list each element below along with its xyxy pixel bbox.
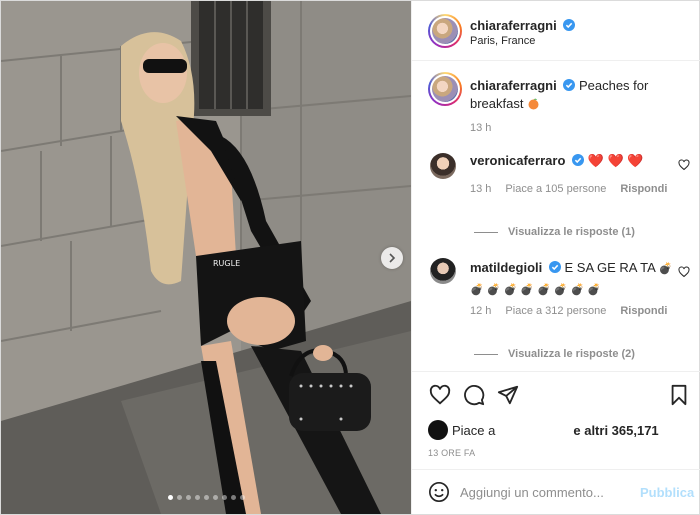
peach-emoji-icon — [528, 98, 539, 110]
post-actions: Piace a e altri 365,171 13 ORE FA — [412, 371, 700, 469]
divider — [474, 231, 498, 233]
post-media[interactable]: RUGLE — [1, 1, 411, 514]
comment-input[interactable] — [460, 482, 630, 502]
view-replies-button[interactable]: Visualizza le risposte (2) — [474, 348, 635, 360]
carousel-dot — [203, 495, 209, 500]
chevron-right-icon — [389, 253, 396, 263]
comment-hearts: ❤️ ❤️ ❤️ — [587, 153, 644, 168]
carousel-dot — [176, 495, 182, 500]
comment-like-heart-icon[interactable] — [678, 159, 690, 171]
author-avatar[interactable] — [428, 14, 462, 48]
comment-timestamp: 13 h — [470, 183, 492, 195]
divider — [474, 353, 498, 355]
comment-text: matildegioli E SA GE RA TA 💣 💣 💣 💣 💣 💣 💣… — [470, 258, 675, 300]
comment-icon[interactable] — [463, 384, 485, 406]
caption-text: chiaraferragni Peaches for breakfast — [470, 77, 680, 113]
carousel-indicator — [1, 495, 411, 500]
carousel-next-button[interactable] — [381, 247, 403, 269]
comment-like-count[interactable]: Piace a 105 persone — [505, 183, 606, 195]
instagram-post: RUGLE chiaraferragni Paris, France chiar… — [0, 0, 700, 515]
carousel-dot — [221, 495, 227, 500]
carousel-dot — [230, 495, 236, 500]
carousel-dot — [194, 495, 200, 500]
carousel-dot — [167, 495, 173, 500]
comment-meta: 13 h Piace a 105 persone Rispondi — [470, 183, 667, 195]
post-timestamp[interactable]: 13 ORE FA — [428, 448, 475, 458]
caption-timestamp: 13 h — [470, 122, 492, 134]
publish-button[interactable]: Pubblica — [640, 485, 694, 500]
comment-body-text: E SA GE RA TA — [564, 260, 656, 275]
verified-badge-icon — [563, 19, 576, 31]
post-side-panel: chiaraferragni Paris, France chiaraferra… — [411, 1, 700, 514]
share-icon[interactable] — [497, 384, 519, 406]
post-header: chiaraferragni Paris, France — [412, 1, 700, 61]
add-comment-bar: Pubblica — [412, 469, 700, 514]
comment-like-heart-icon[interactable] — [678, 266, 690, 278]
view-replies-button[interactable]: Visualizza le risposte (1) — [474, 226, 635, 238]
carousel-dot — [212, 495, 218, 500]
caption-avatar[interactable] — [428, 72, 462, 106]
view-replies-label: Visualizza le risposte (1) — [508, 226, 635, 238]
caption-username[interactable]: chiaraferragni — [470, 78, 557, 93]
comment-username[interactable]: veronicaferraro — [470, 153, 565, 168]
carousel-dot — [185, 495, 191, 500]
waistband-label: RUGLE — [213, 259, 240, 268]
comment-username[interactable]: matildegioli — [470, 260, 542, 275]
comment-like-count[interactable]: Piace a 312 persone — [505, 305, 606, 317]
comment-timestamp: 12 h — [470, 305, 492, 317]
verified-badge-icon — [572, 154, 585, 166]
liker-avatar[interactable] — [428, 420, 448, 440]
verified-badge-icon — [563, 79, 576, 91]
heart-icon[interactable] — [429, 384, 451, 406]
reply-button[interactable]: Rispondi — [620, 305, 667, 317]
post-photo: RUGLE — [1, 1, 411, 514]
carousel-dot — [239, 495, 245, 500]
comment-text: veronicaferraro ❤️ ❤️ ❤️ — [470, 151, 675, 170]
save-icon[interactable] — [668, 384, 690, 406]
reply-button[interactable]: Rispondi — [620, 183, 667, 195]
likes-prefix: Piace a — [452, 422, 496, 438]
post-location[interactable]: Paris, France — [470, 35, 535, 47]
comment-meta: 12 h Piace a 312 persone Rispondi — [470, 305, 667, 317]
comment-avatar[interactable] — [430, 258, 456, 284]
comment-avatar[interactable] — [430, 153, 456, 179]
likes-summary[interactable]: Piace a e altri 365,171 — [428, 420, 659, 440]
author-username[interactable]: chiaraferragni — [470, 18, 557, 33]
view-replies-label: Visualizza le risposte (2) — [508, 348, 635, 360]
comments-list[interactable]: chiaraferragni Peaches for breakfast 13 … — [412, 62, 700, 371]
verified-badge-icon — [548, 261, 561, 273]
emoji-icon[interactable] — [428, 481, 450, 503]
likes-count[interactable]: e altri 365,171 — [573, 423, 658, 438]
